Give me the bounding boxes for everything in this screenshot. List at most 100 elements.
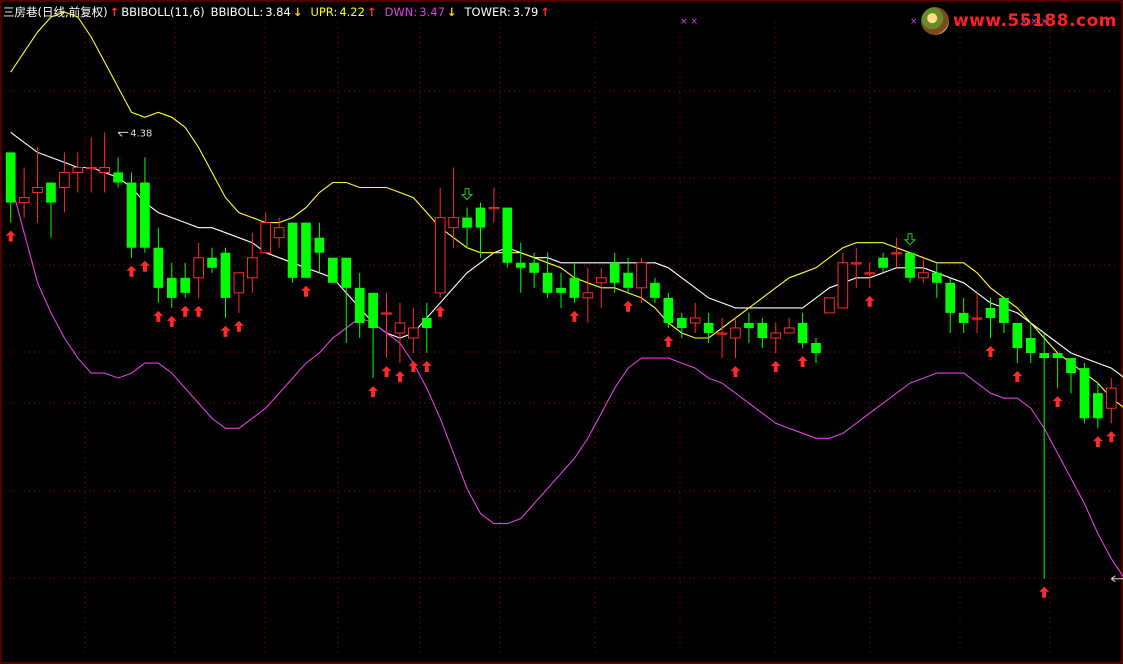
candle-body-down	[180, 277, 191, 293]
signal-up-arrow-icon	[180, 305, 191, 317]
signal-up-arrow-icon	[985, 346, 996, 357]
candle-body-up	[864, 272, 876, 275]
signal-up-arrow-icon	[797, 356, 808, 368]
candle-body-up	[381, 312, 392, 315]
candle-body-up	[488, 207, 500, 210]
signal-up-arrow-icon	[569, 310, 580, 322]
candle-body-down	[757, 322, 768, 338]
signal-up-arrow-icon	[220, 325, 231, 337]
signal-up-arrow-icon	[1106, 431, 1117, 443]
candle-body-down	[1039, 353, 1050, 359]
candle-body-down	[609, 262, 620, 283]
candle-body-down	[663, 297, 674, 323]
candle-body-down	[515, 262, 526, 268]
signal-up-arrow-icon	[153, 310, 164, 322]
candle-body-down	[569, 277, 580, 298]
candle-body-down	[126, 182, 137, 248]
candle-body-down	[958, 312, 969, 323]
candle-body-down	[676, 317, 687, 328]
signal-up-arrow-icon	[1092, 436, 1103, 448]
candle-body-up	[770, 332, 782, 339]
candle-body-down	[314, 237, 325, 253]
candle-body-down	[113, 172, 123, 183]
candle-body-down	[931, 272, 942, 283]
candle-body-up	[448, 217, 459, 229]
signal-up-arrow-icon	[864, 295, 875, 307]
candle-body-down	[287, 222, 298, 278]
candle-body-up	[971, 317, 983, 320]
signal-up-arrow-icon	[1052, 396, 1063, 408]
candle-body-up	[394, 322, 406, 334]
signal-up-arrow-icon	[394, 371, 405, 383]
chart-grid	[0, 0, 1123, 664]
annotations: 4.383.49	[117, 128, 1123, 583]
signal-up-arrow-icon	[381, 366, 392, 378]
candle-body-down	[650, 282, 660, 298]
series-line-dwn	[10, 182, 1123, 578]
candle-body-down	[166, 277, 177, 298]
chart-border	[0, 0, 1123, 664]
candle-body-down	[811, 343, 821, 354]
candle-body-down	[703, 322, 714, 333]
signal-up-arrow-icon	[300, 285, 311, 297]
candle-body-down	[542, 272, 553, 293]
annotation-pointer	[117, 131, 129, 137]
candle-body-up	[18, 197, 30, 204]
candlestick-chart[interactable]: 4.383.49	[0, 0, 1123, 664]
candle-body-up	[918, 272, 929, 279]
candle-body-down	[502, 207, 513, 263]
candle-body-down	[1093, 393, 1103, 419]
candle-body-down	[207, 257, 217, 268]
signal-up-arrow-icon	[421, 361, 432, 373]
candle-body-down	[744, 322, 754, 328]
candle-body-up	[850, 262, 862, 265]
candle-body-up	[730, 327, 741, 339]
signal-up-arrow-icon	[1012, 371, 1023, 383]
candle-body-up	[582, 292, 594, 299]
signal-up-arrow-icon	[730, 366, 741, 378]
signal-up-arrow-icon	[623, 300, 634, 312]
candle-body-down	[301, 222, 311, 278]
candle-body-down	[1025, 338, 1036, 354]
candle-body-down	[421, 317, 432, 328]
candle-body-down	[985, 307, 996, 318]
candle-body-up	[891, 252, 902, 255]
signal-arrows	[5, 188, 1117, 598]
candle-body-up	[32, 187, 43, 194]
signal-up-arrow-icon	[1039, 586, 1050, 598]
candle-body-down	[556, 287, 566, 293]
candle-body-down	[1066, 358, 1076, 374]
candles	[5, 132, 1117, 579]
series-line-bbiboll	[10, 131, 1123, 378]
candle-body-down	[368, 292, 378, 328]
signal-down-arrow-icon	[903, 233, 917, 246]
candle-body-down	[327, 257, 338, 283]
candle-body-down	[945, 282, 956, 313]
signal-up-arrow-icon	[770, 361, 781, 373]
candle-body-down	[341, 257, 352, 288]
candle-body-up	[689, 317, 701, 324]
indicator-lines	[10, 11, 1123, 578]
annotation-high-label: 4.38	[130, 128, 152, 139]
candle-body-down	[220, 252, 231, 298]
candle-body-up	[193, 257, 204, 279]
candle-body-up	[59, 171, 70, 189]
candle-body-up	[783, 327, 795, 334]
candle-body-up	[1105, 387, 1117, 409]
candle-body-down	[1052, 353, 1063, 359]
candle-body-up	[273, 227, 285, 239]
candle-body-down	[999, 297, 1009, 323]
signal-up-arrow-icon	[368, 386, 379, 398]
candle-body-up	[595, 277, 607, 284]
candle-body-up	[636, 262, 647, 289]
candle-body-up	[408, 327, 419, 339]
candle-body-down	[153, 247, 164, 288]
signal-up-arrow-icon	[139, 260, 150, 272]
candle-body-down	[475, 207, 486, 228]
candle-body-down	[797, 322, 808, 344]
candle-body-down	[1079, 368, 1090, 419]
candle-body-up	[85, 166, 97, 170]
candle-body-up	[434, 217, 446, 294]
candle-body-down	[5, 152, 16, 203]
series-line-upr	[10, 11, 1123, 408]
